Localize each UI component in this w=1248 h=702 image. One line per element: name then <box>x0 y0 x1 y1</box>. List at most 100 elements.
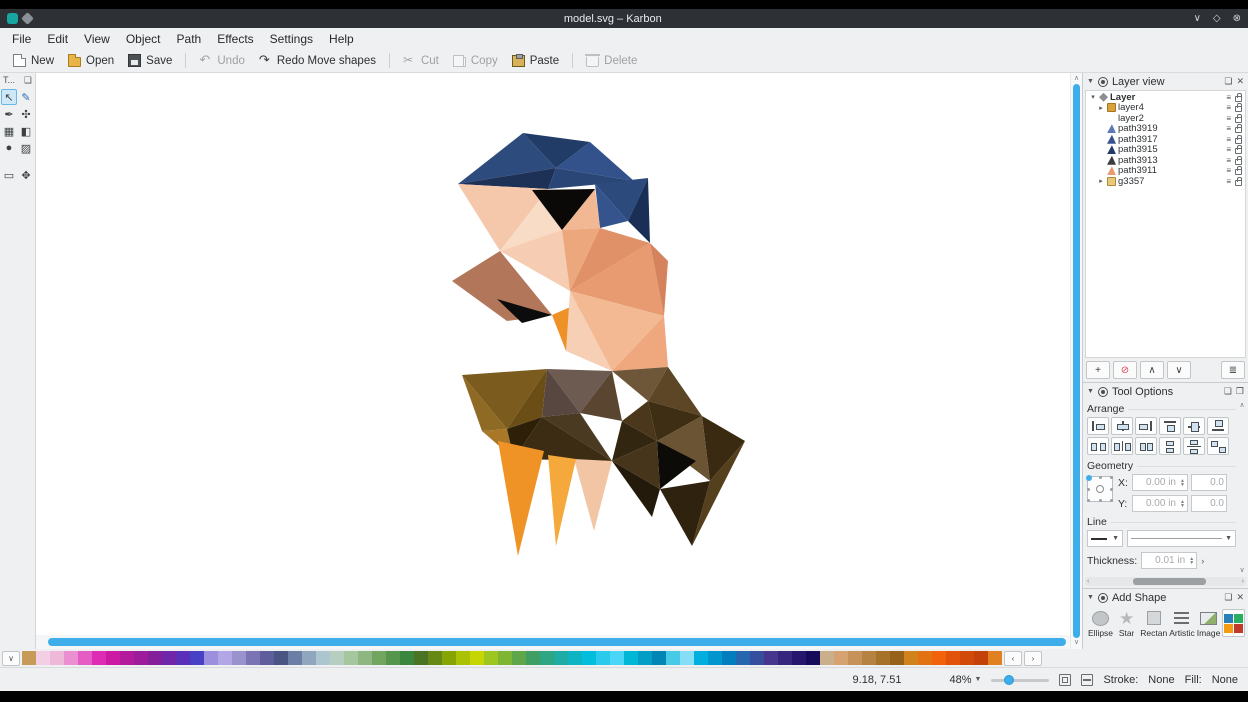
palette-swatch[interactable] <box>162 651 176 665</box>
width-field[interactable]: 0.0 <box>1191 474 1227 491</box>
horizontal-scrollbar[interactable] <box>36 635 1070 649</box>
zoom-control[interactable]: 48% ▼ <box>949 674 981 686</box>
tool-pattern[interactable]: ▦ <box>1 123 17 139</box>
collapse-icon[interactable]: ▼ <box>1087 594 1094 601</box>
scroll-up-icon[interactable]: ∧ <box>1074 75 1079 83</box>
spinner-arrows-icon[interactable]: ▲▼ <box>1178 500 1187 508</box>
zoom-slider-track[interactable] <box>991 679 1049 682</box>
palette-swatch[interactable] <box>974 651 988 665</box>
palette-swatch[interactable] <box>36 651 50 665</box>
horizontal-scrollbar-thumb[interactable] <box>48 638 1066 646</box>
lock-icon[interactable] <box>1235 117 1242 123</box>
tool-swatch[interactable]: ▨ <box>18 140 34 156</box>
palette-swatch[interactable] <box>176 651 190 665</box>
palette-swatch[interactable] <box>260 651 274 665</box>
lock-icon[interactable] <box>1235 106 1242 112</box>
menu-effects[interactable]: Effects <box>209 30 261 48</box>
palette-next-button[interactable]: › <box>1024 651 1042 666</box>
properties-icon[interactable]: ≡ <box>1226 177 1231 186</box>
palette-swatch[interactable] <box>820 651 834 665</box>
palette-swatch[interactable] <box>694 651 708 665</box>
palette-menu-button[interactable]: ∨ <box>2 651 20 666</box>
layer-item-layer[interactable]: ▾Layer≡ <box>1086 92 1245 103</box>
line-style-combo[interactable]: ▼ <box>1127 530 1236 547</box>
layer-item-layer2[interactable]: layer2≡ <box>1086 113 1245 124</box>
palette-swatch[interactable] <box>638 651 652 665</box>
palette-swatch[interactable] <box>932 651 946 665</box>
canvas[interactable] <box>36 73 1070 635</box>
artwork-polygon[interactable] <box>574 459 612 531</box>
anchor-center-circle[interactable] <box>1096 485 1104 493</box>
palette-swatch[interactable] <box>624 651 638 665</box>
palette-swatch[interactable] <box>764 651 778 665</box>
properties-icon[interactable]: ≡ <box>1226 145 1231 154</box>
menu-file[interactable]: File <box>4 30 39 48</box>
float-dock-icon[interactable]: ❏ <box>1224 386 1232 397</box>
palette-swatch[interactable] <box>596 651 610 665</box>
palette-swatch[interactable] <box>232 651 246 665</box>
palette-swatch[interactable] <box>680 651 694 665</box>
palette-swatch[interactable] <box>330 651 344 665</box>
palette-swatch[interactable] <box>106 651 120 665</box>
spinner-arrows-icon[interactable]: ▲▼ <box>1178 479 1187 487</box>
palette-swatch[interactable] <box>806 651 820 665</box>
anchor-selector[interactable] <box>1087 476 1113 502</box>
layer-item-layer4[interactable]: ▸layer4≡ <box>1086 103 1245 114</box>
fit-width-icon[interactable] <box>1081 674 1093 686</box>
palette-swatch[interactable] <box>750 651 764 665</box>
menu-path[interactable]: Path <box>169 30 210 48</box>
palette-swatch[interactable] <box>92 651 106 665</box>
zoom-slider-knob[interactable] <box>1004 675 1014 685</box>
palette-swatch[interactable] <box>50 651 64 665</box>
layer-item-path3915[interactable]: path3915≡ <box>1086 145 1245 156</box>
menu-help[interactable]: Help <box>321 30 362 48</box>
layer-item-g3357[interactable]: ▸g3357≡ <box>1086 176 1245 187</box>
menu-settings[interactable]: Settings <box>262 30 321 48</box>
palette-swatch[interactable] <box>568 651 582 665</box>
palette-swatch[interactable] <box>134 651 148 665</box>
x-position-field[interactable]: 0.00 in ▲▼ <box>1132 474 1188 491</box>
save-button[interactable]: Save <box>121 52 179 69</box>
lock-icon[interactable] <box>1235 138 1242 144</box>
height-field[interactable]: 0.0 <box>1191 495 1227 512</box>
scroll-right-icon[interactable]: › <box>1201 556 1204 566</box>
align-top-button[interactable] <box>1159 417 1181 435</box>
vertical-scrollbar-thumb[interactable] <box>1073 84 1080 638</box>
menu-view[interactable]: View <box>76 30 118 48</box>
palette-swatch[interactable] <box>736 651 750 665</box>
undo-button[interactable]: Undo <box>192 52 252 69</box>
thickness-field[interactable]: 0.01 in ▲▼ <box>1141 552 1197 569</box>
palette-swatch[interactable] <box>372 651 386 665</box>
spinner-arrows-icon[interactable]: ▲▼ <box>1187 557 1196 565</box>
palette-swatch[interactable] <box>484 651 498 665</box>
distribute-left-button[interactable] <box>1087 437 1109 455</box>
palette-swatch[interactable] <box>274 651 288 665</box>
palette-swatch[interactable] <box>400 651 414 665</box>
layer-item-path3917[interactable]: path3917≡ <box>1086 134 1245 145</box>
paste-button[interactable]: Paste <box>505 52 566 69</box>
menu-edit[interactable]: Edit <box>39 30 76 48</box>
close-button[interactable]: ⊗ <box>1233 13 1241 24</box>
palette-swatch[interactable] <box>64 651 78 665</box>
copy-button[interactable]: Copy <box>446 53 505 69</box>
fill-value[interactable]: None <box>1212 674 1238 686</box>
collapse-icon[interactable]: ▼ <box>1087 78 1094 85</box>
maximize-button[interactable]: ◇ <box>1213 13 1221 24</box>
palette-swatch[interactable] <box>554 651 568 665</box>
properties-icon[interactable]: ≡ <box>1226 166 1231 175</box>
distribute-right-button[interactable] <box>1135 437 1157 455</box>
palette-swatch[interactable] <box>918 651 932 665</box>
palette-swatch[interactable] <box>988 651 1002 665</box>
properties-icon[interactable]: ≡ <box>1226 156 1231 165</box>
artwork-polygon[interactable] <box>548 455 576 546</box>
float-dock-icon[interactable]: ❏ <box>1224 76 1232 87</box>
menu-object[interactable]: Object <box>118 30 169 48</box>
lock-icon[interactable] <box>1235 96 1242 102</box>
align-center-v-button[interactable] <box>1183 417 1205 435</box>
line-cap-combo[interactable]: ▼ <box>1087 530 1123 547</box>
palette-swatch[interactable] <box>78 651 92 665</box>
cut-button[interactable]: Cut <box>396 52 446 69</box>
palette-swatch[interactable] <box>358 651 372 665</box>
close-dock-icon[interactable]: ✕ <box>1236 592 1244 603</box>
palette-swatch[interactable] <box>442 651 456 665</box>
